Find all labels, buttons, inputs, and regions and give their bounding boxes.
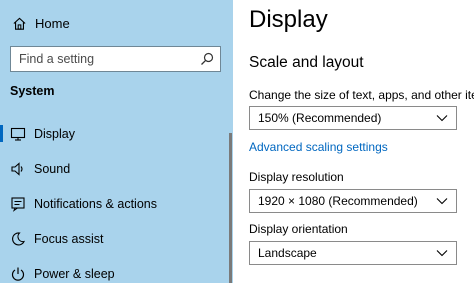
search-icon[interactable] xyxy=(200,52,214,66)
home-label: Home xyxy=(35,15,70,31)
home-nav-item[interactable]: Home xyxy=(12,12,70,34)
scale-value: 150% (Recommended) xyxy=(258,111,382,125)
resolution-dropdown[interactable]: 1920 × 1080 (Recommended) xyxy=(249,189,457,213)
sidebar-nav: Display Sound Notifications & actions Fo… xyxy=(0,116,233,283)
orientation-label: Display orientation xyxy=(249,222,348,236)
power-icon xyxy=(11,267,25,281)
selection-indicator xyxy=(0,125,3,142)
search-placeholder: Find a setting xyxy=(19,52,95,66)
main-pane: Display Scale and layout Change the size… xyxy=(233,0,474,283)
section-header: System xyxy=(10,84,55,98)
notification-icon xyxy=(11,196,25,212)
advanced-scaling-link[interactable]: Advanced scaling settings xyxy=(249,140,388,154)
section-title: Scale and layout xyxy=(249,54,364,71)
sidebar-item-label: Display xyxy=(34,126,75,141)
sidebar-item-label: Sound xyxy=(34,161,71,176)
page-title: Display xyxy=(249,6,328,33)
sidebar-item-display[interactable]: Display xyxy=(0,116,233,151)
chevron-down-icon xyxy=(436,198,448,205)
sidebar-item-sound[interactable]: Sound xyxy=(0,151,233,186)
sidebar-item-label: Power & sleep xyxy=(34,266,115,281)
speaker-icon xyxy=(11,161,23,176)
sidebar-scrollbar[interactable] xyxy=(229,133,232,283)
orientation-dropdown[interactable]: Landscape xyxy=(249,241,457,265)
chevron-down-icon xyxy=(436,250,448,257)
resolution-label: Display resolution xyxy=(249,170,344,184)
orientation-value: Landscape xyxy=(258,246,317,260)
sidebar-item-label: Focus assist xyxy=(34,231,104,246)
search-input[interactable]: Find a setting xyxy=(10,46,221,72)
sidebar-item-power-sleep[interactable]: Power & sleep xyxy=(0,256,233,283)
sidebar-item-focus-assist[interactable]: Focus assist xyxy=(0,221,233,256)
resolution-value: 1920 × 1080 (Recommended) xyxy=(258,194,418,208)
chevron-down-icon xyxy=(436,115,448,122)
scale-dropdown[interactable]: 150% (Recommended) xyxy=(249,106,457,130)
monitor-icon xyxy=(10,127,26,141)
settings-window: Home Find a setting System Display Sound… xyxy=(0,0,474,283)
moon-icon xyxy=(12,231,25,245)
home-icon xyxy=(13,17,26,30)
sidebar: Home Find a setting System Display Sound… xyxy=(0,0,233,283)
scale-label: Change the size of text, apps, and other… xyxy=(249,88,474,102)
sidebar-item-notifications[interactable]: Notifications & actions xyxy=(0,186,233,221)
sidebar-item-label: Notifications & actions xyxy=(34,196,157,211)
